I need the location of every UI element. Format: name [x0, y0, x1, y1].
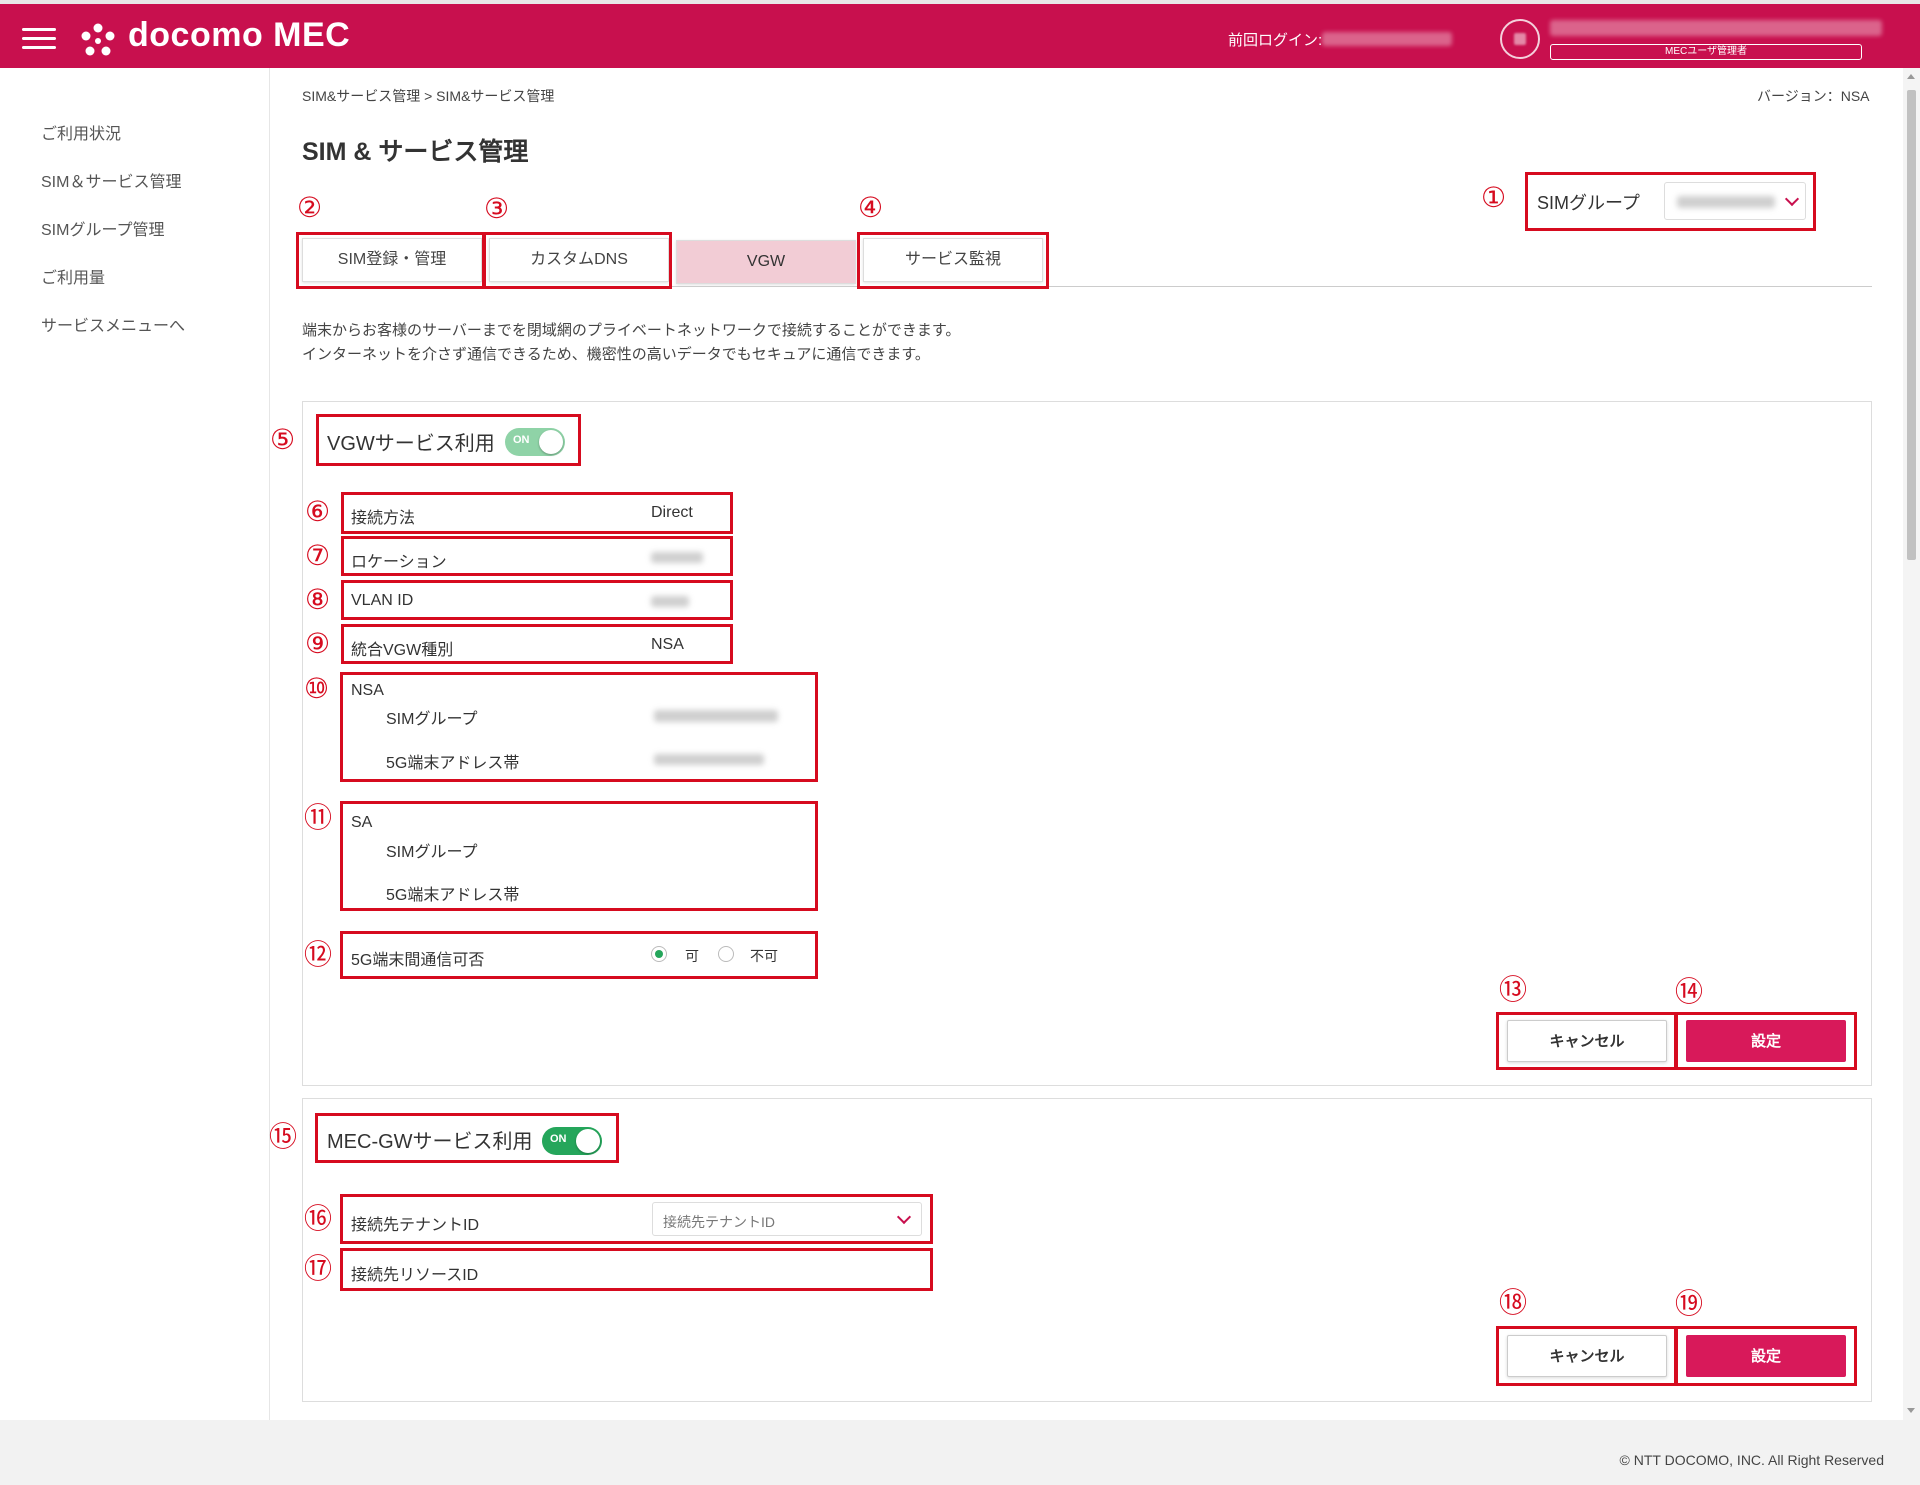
mecgw-set-button[interactable]: 設定: [1686, 1335, 1846, 1377]
last-login-label: 前回ログイン:: [1228, 32, 1323, 49]
mecgw-toggle-label: ON: [550, 1133, 567, 1145]
tenant-id-label: 接続先テナントID: [351, 1217, 480, 1234]
app-header: docomo MEC 前回ログイン: MECユーザ管理者: [0, 0, 1920, 68]
annotation-16: ⑯: [304, 1202, 333, 1235]
scroll-thumb[interactable]: [1907, 90, 1916, 560]
mecgw-service-toggle[interactable]: ON: [542, 1127, 602, 1155]
connection-method-label: 接続方法: [351, 510, 416, 527]
vgw-set-button[interactable]: 設定: [1686, 1020, 1846, 1062]
role-badge: MECユーザ管理者: [1550, 44, 1862, 60]
annotation-1: ①: [1481, 181, 1507, 214]
scroll-up-arrow-icon[interactable]: [1907, 74, 1915, 79]
annotation-box-2: [296, 232, 485, 289]
resource-id-label: 接続先リソースID: [351, 1267, 479, 1284]
vgw-service-title: VGWサービス利用: [327, 433, 495, 455]
tenant-id-placeholder: 接続先テナントID: [663, 1214, 775, 1230]
vertical-scrollbar[interactable]: [1903, 68, 1920, 1420]
user-avatar-icon[interactable]: [1500, 19, 1540, 59]
connection-method-value: Direct: [651, 504, 693, 521]
vlan-id-label: VLAN ID: [351, 592, 414, 609]
vlan-id-value: [651, 596, 689, 607]
hamburger-menu-icon[interactable]: [22, 26, 56, 50]
annotation-4: ④: [858, 191, 884, 224]
annotation-9: ⑨: [305, 627, 331, 660]
sidebar-item-service-menu[interactable]: サービスメニューへ: [41, 312, 185, 336]
last-login-value: [1322, 32, 1452, 46]
sim-group-select[interactable]: [1664, 182, 1806, 220]
description-line-2: インターネットを介さず通信できるため、機密性の高いデータでもセキュアに通信できま…: [302, 346, 930, 363]
annotation-2: ②: [297, 191, 323, 224]
docomo-logo-icon: [81, 23, 115, 56]
annotation-15: ⑮: [269, 1120, 298, 1153]
mecgw-cancel-button[interactable]: キャンセル: [1507, 1335, 1667, 1377]
user-name[interactable]: [1550, 20, 1882, 36]
annotation-box-3: [483, 232, 672, 289]
mecgw-service-title: MEC-GWサービス利用: [327, 1131, 533, 1153]
copyright: © NTT DOCOMO, INC. All Right Reserved: [1619, 1452, 1884, 1468]
footer: © NTT DOCOMO, INC. All Right Reserved: [0, 1420, 1920, 1485]
chevron-down-icon: [896, 1209, 912, 1225]
sidebar: ご利用状況 SIM＆サービス管理 SIMグループ管理 ご利用量 サービスメニュー…: [0, 68, 270, 1420]
annotation-3: ③: [484, 192, 510, 225]
page-title: SIM & サービス管理: [302, 138, 529, 166]
annotation-box-4: [857, 232, 1049, 289]
toggle-knob: [576, 1129, 600, 1153]
location-label: ロケーション: [351, 554, 447, 571]
vgw-toggle-label: ON: [513, 434, 530, 446]
vgw-type-value: NSA: [651, 636, 684, 653]
location-value: [651, 552, 703, 563]
sidebar-item-sim-group[interactable]: SIMグループ管理: [41, 216, 165, 240]
sidebar-item-sim-service[interactable]: SIM＆サービス管理: [41, 168, 181, 192]
vgw-type-label: 統合VGW種別: [351, 642, 454, 659]
version-label: バージョン：NSA: [1757, 88, 1870, 104]
toggle-knob: [539, 430, 563, 454]
scroll-down-arrow-icon[interactable]: [1907, 1408, 1915, 1413]
sidebar-item-usage-amount[interactable]: ご利用量: [41, 264, 105, 288]
breadcrumb: SIM&サービス管理 > SIM&サービス管理: [302, 88, 555, 104]
vgw-service-toggle[interactable]: ON: [505, 428, 565, 456]
annotation-19: ⑲: [1675, 1287, 1704, 1320]
sim-group-label: SIMグループ: [1537, 193, 1640, 213]
brand-name: docomo MEC: [128, 16, 351, 54]
annotation-6: ⑥: [305, 495, 331, 528]
annotation-5: ⑤: [270, 423, 296, 456]
annotation-18: ⑱: [1499, 1286, 1528, 1319]
annotation-box-17: [340, 1248, 933, 1291]
annotation-8: ⑧: [305, 583, 331, 616]
tenant-id-select[interactable]: 接続先テナントID: [652, 1202, 922, 1236]
annotation-17: ⑰: [304, 1252, 333, 1285]
tab-vgw[interactable]: VGW: [676, 240, 856, 284]
description-line-1: 端末からお客様のサーバーまでを閉域網のプライベートネットワークで接続することがで…: [302, 322, 961, 339]
sidebar-item-usage-status[interactable]: ご利用状況: [41, 120, 121, 144]
annotation-7: ⑦: [305, 539, 331, 572]
vgw-cancel-button[interactable]: キャンセル: [1507, 1020, 1667, 1062]
